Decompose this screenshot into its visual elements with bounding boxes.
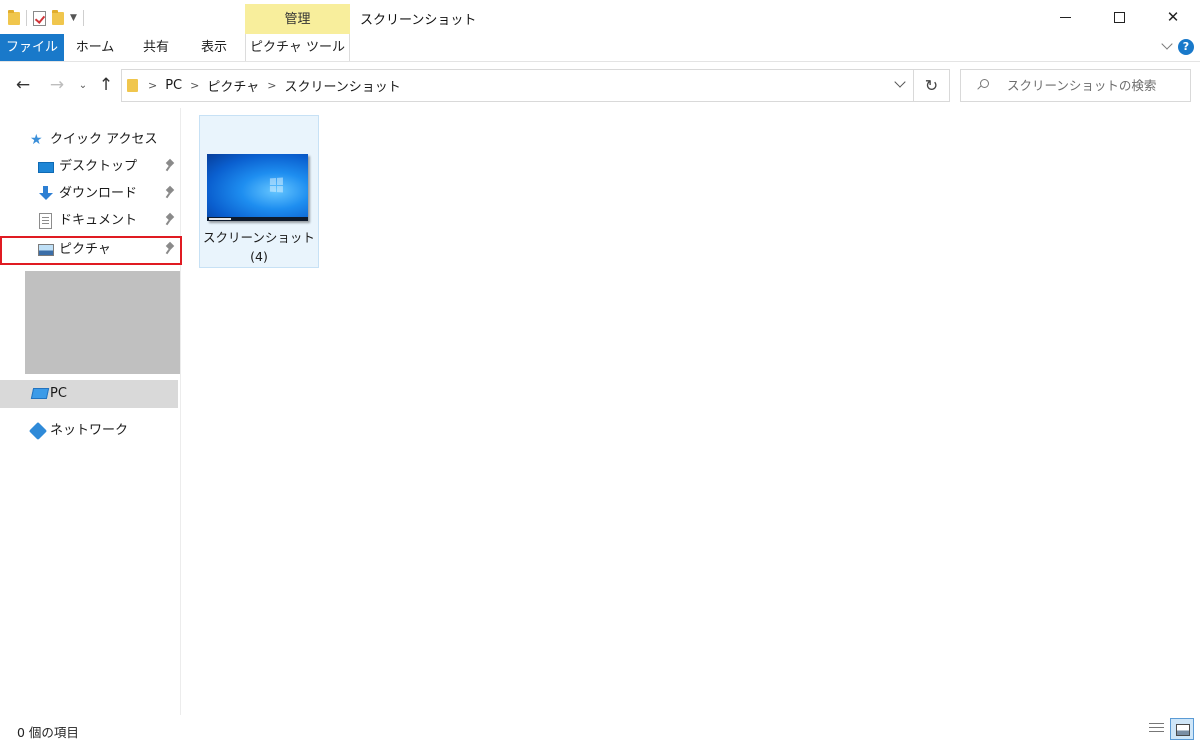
minimize-button[interactable] <box>1038 0 1092 34</box>
search-box[interactable]: スクリーンショットの検索 <box>960 69 1191 102</box>
redacted-area <box>25 271 180 374</box>
close-button[interactable]: ✕ <box>1146 0 1200 34</box>
breadcrumb-separator-icon[interactable]: > <box>148 79 157 92</box>
sidebar-item-label: クイック アクセス <box>50 132 158 147</box>
network-icon <box>28 421 48 441</box>
sidebar-item-label: デスクトップ <box>59 159 138 174</box>
search-icon <box>977 79 989 91</box>
new-folder-icon[interactable] <box>52 9 64 25</box>
navigation-pane: ★ クイック アクセス デスクトップ ダウンロード ドキュメント ピクチャ PC… <box>0 108 182 715</box>
maximize-button[interactable] <box>1092 0 1146 34</box>
quick-access-toolbar: ▼ <box>8 8 84 28</box>
breadcrumb: > PC > ピクチャ > スクリーンショット <box>148 70 401 101</box>
address-history-chevron-icon[interactable] <box>895 79 905 89</box>
pc-icon <box>30 388 50 399</box>
sidebar-item-label: PC <box>50 386 67 401</box>
sidebar-item-quick-access[interactable]: ★ クイック アクセス <box>0 127 181 153</box>
breadcrumb-item-pictures[interactable]: ピクチャ <box>207 76 259 95</box>
folder-icon <box>127 79 138 92</box>
search-input[interactable]: スクリーンショットの検索 <box>1007 70 1156 101</box>
highlight-box <box>0 236 182 265</box>
tab-home[interactable]: ホーム <box>66 34 124 61</box>
ribbon-tab-bar: ファイル ホーム 共有 表示 ピクチャ ツール ? <box>0 34 1200 62</box>
thumbnail-taskbar <box>207 217 308 221</box>
details-view-icon[interactable] <box>1148 720 1165 737</box>
tab-file[interactable]: ファイル <box>0 34 64 61</box>
title-bar: ▼ 管理 スクリーンショット ✕ <box>0 0 1200 35</box>
breadcrumb-separator-icon[interactable]: > <box>267 79 276 92</box>
window-controls: ✕ <box>1038 0 1200 34</box>
tab-view[interactable]: 表示 <box>188 34 240 61</box>
help-icon[interactable]: ? <box>1178 39 1194 55</box>
navigation-row: ← → ⌄ ↑ > PC > ピクチャ > スクリーンショット ↻ スクリーンシ… <box>0 63 1200 107</box>
close-icon: ✕ <box>1166 8 1180 26</box>
forward-button[interactable]: → <box>46 74 68 96</box>
address-bar[interactable]: > PC > ピクチャ > スクリーンショット <box>121 69 914 102</box>
file-name: スクリーンショット (4) <box>200 228 318 266</box>
tab-share[interactable]: 共有 <box>128 34 184 61</box>
pin-icon[interactable] <box>165 160 175 172</box>
minimize-icon <box>1059 16 1071 18</box>
up-button[interactable]: ↑ <box>96 74 116 96</box>
refresh-button[interactable]: ↻ <box>914 69 950 102</box>
contextual-tab-manage: 管理 <box>245 4 350 35</box>
breadcrumb-item-pc[interactable]: PC <box>165 78 182 93</box>
sidebar-item-label: ドキュメント <box>59 213 138 228</box>
tab-picture-tools[interactable]: ピクチャ ツール <box>245 34 350 61</box>
status-bar: 0 個の項目 <box>0 715 1200 744</box>
window-title: スクリーンショット <box>360 13 477 28</box>
large-icons-view-icon[interactable] <box>1170 718 1194 740</box>
expand-ribbon-chevron-icon[interactable] <box>1161 40 1173 52</box>
toolbar-separator <box>26 10 27 26</box>
star-icon: ★ <box>30 132 43 148</box>
file-index-text: (4) <box>250 249 268 264</box>
pin-icon[interactable] <box>165 214 175 226</box>
sidebar-item-label: ネットワーク <box>50 423 129 438</box>
breadcrumb-item-screenshots[interactable]: スクリーンショット <box>284 76 400 95</box>
sidebar-item-desktop[interactable]: デスクトップ <box>0 154 181 180</box>
breadcrumb-separator-icon[interactable]: > <box>190 79 199 92</box>
windows-logo-icon <box>269 177 283 193</box>
sidebar-item-pc[interactable]: PC <box>0 381 178 407</box>
image-thumbnail <box>207 154 308 221</box>
sidebar-item-label: ダウンロード <box>59 186 138 201</box>
properties-icon[interactable] <box>33 10 46 26</box>
item-count: 0 個の項目 <box>17 725 79 740</box>
pin-icon[interactable] <box>165 187 175 199</box>
desktop-icon <box>38 162 54 173</box>
file-name-text: スクリーンショット <box>203 230 315 245</box>
maximize-icon <box>1113 11 1125 23</box>
back-button[interactable]: ← <box>12 74 34 96</box>
sidebar-item-downloads[interactable]: ダウンロード <box>0 181 181 207</box>
sidebar-item-documents[interactable]: ドキュメント <box>0 208 181 234</box>
sidebar-item-network[interactable]: ネットワーク <box>0 418 181 444</box>
file-list[interactable]: スクリーンショット (4) <box>182 108 1200 715</box>
toolbar-separator <box>82 10 84 26</box>
file-item-screenshot[interactable]: スクリーンショット (4) <box>199 115 319 268</box>
download-icon <box>38 186 54 202</box>
folder-icon[interactable] <box>8 9 20 25</box>
customize-toolbar-dropdown-icon[interactable]: ▼ <box>70 13 77 23</box>
document-icon <box>39 213 52 229</box>
recent-locations-chevron-icon[interactable]: ⌄ <box>76 74 90 96</box>
